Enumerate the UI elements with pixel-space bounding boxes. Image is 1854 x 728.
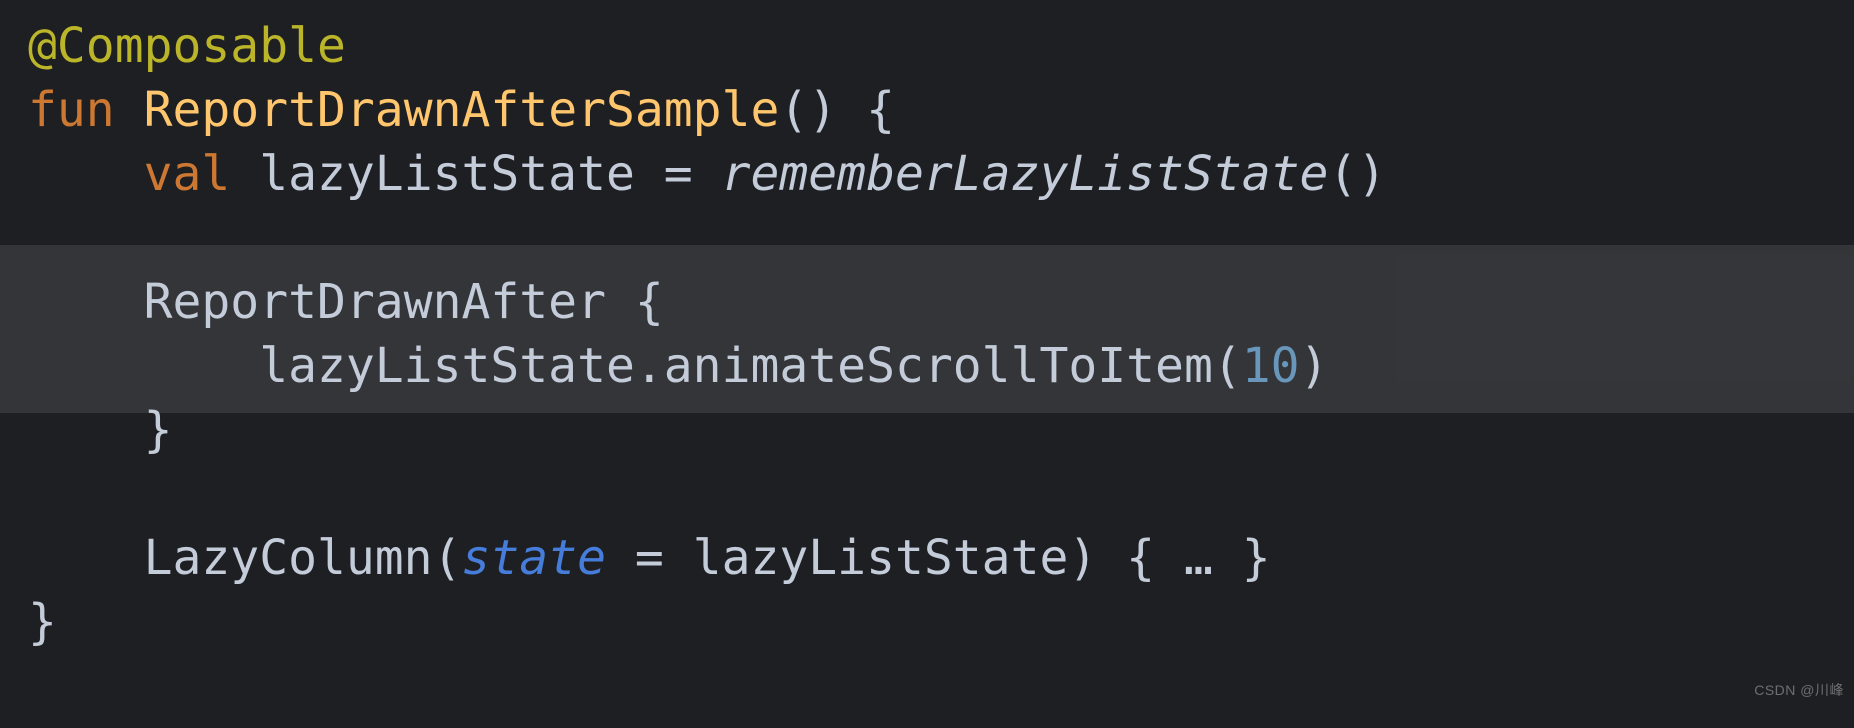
call-rememberlazyliststate: rememberLazyListState <box>722 146 1329 202</box>
lambda-close: } <box>144 402 173 458</box>
paren-pair: () <box>1328 146 1386 202</box>
keyword-val: val <box>144 146 231 202</box>
code-block: @Composable fun ReportDrawnAfterSample()… <box>0 0 1854 654</box>
code-editor: @Composable fun ReportDrawnAfterSample()… <box>0 0 1854 728</box>
lazy-body: { … } <box>1097 530 1270 586</box>
call-reportdrawnafter: ReportDrawnAfter <box>144 274 635 330</box>
equals-token: = <box>664 146 722 202</box>
function-name: ReportDrawnAfterSample <box>144 82 780 138</box>
paren-open-inner: ( <box>1213 338 1242 394</box>
brace-open: { <box>837 82 895 138</box>
lambda-open: { <box>635 274 664 330</box>
equals-state: = <box>606 530 693 586</box>
paren-close-lazy: ) <box>1068 530 1097 586</box>
annotation-token: @Composable <box>28 18 346 74</box>
brace-close: } <box>28 594 57 650</box>
dot: . <box>635 338 664 394</box>
paren-open-lazy: ( <box>433 530 462 586</box>
paren-open: () <box>779 82 837 138</box>
state-value: lazyListState <box>693 530 1069 586</box>
keyword-fun: fun <box>28 82 115 138</box>
call-lazycolumn: LazyColumn <box>144 530 433 586</box>
obj-ref: lazyListState <box>259 338 635 394</box>
watermark-text: CSDN @川峰 <box>1754 658 1844 722</box>
paren-close-inner: ) <box>1300 338 1329 394</box>
variable-name: lazyListState <box>230 146 663 202</box>
named-param-state: state <box>461 530 606 586</box>
number-literal: 10 <box>1242 338 1300 394</box>
call-animatescroll: animateScrollToItem <box>664 338 1213 394</box>
